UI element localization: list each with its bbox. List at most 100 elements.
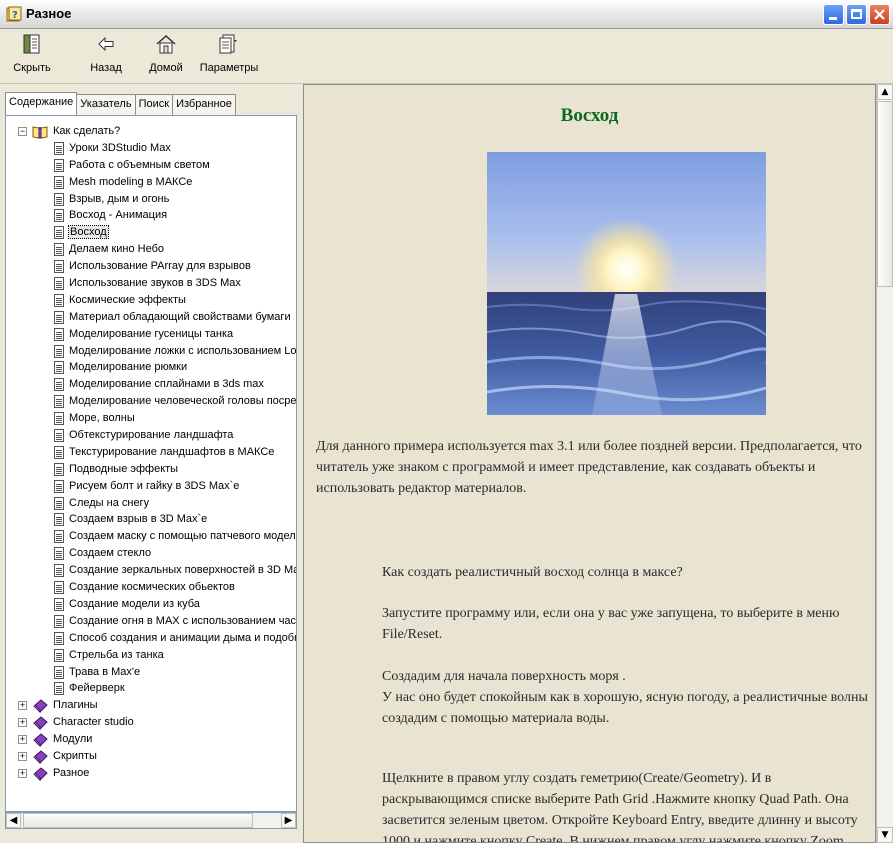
tree-item[interactable]: Создаем стекло (6, 546, 296, 563)
tree-item-label: Моделирование ложки с использованием Lof… (69, 344, 297, 357)
page-icon (54, 513, 64, 527)
tab-index[interactable]: Указатель (76, 94, 136, 115)
page-icon (54, 327, 64, 341)
tree-item[interactable]: Стрельба из танка (6, 648, 296, 665)
tree-item[interactable]: Трава в Max'e (6, 665, 296, 682)
expand-icon[interactable]: + (18, 735, 27, 745)
tree-item[interactable]: Использование звуков в 3DS Max (6, 276, 296, 293)
svg-text:?: ? (12, 10, 18, 21)
tree-folder-closed[interactable]: + Модули (6, 732, 296, 749)
tree-item[interactable]: Создаем маску с помощью патчевого модели… (6, 529, 296, 546)
close-button[interactable] (869, 4, 890, 25)
vertical-scrollbar[interactable]: ▲ ▼ (876, 84, 893, 843)
tree-item-label: Море, волны (69, 412, 135, 425)
expand-icon[interactable]: + (18, 701, 27, 711)
page-icon (54, 141, 64, 155)
expand-icon[interactable]: + (18, 768, 27, 778)
tree-item[interactable]: Моделирование сплайнами в 3ds max (6, 377, 296, 394)
tab-favorites[interactable]: Избранное (172, 94, 236, 115)
scroll-left-button[interactable]: ◀ (6, 813, 21, 828)
tree-item-label: Материал обладающий свойствами бумаги (69, 310, 291, 323)
home-button[interactable]: Домой (143, 31, 189, 81)
tree-folder-closed[interactable]: + Плагины (6, 698, 296, 715)
page-icon (54, 378, 64, 392)
title-bar[interactable]: ? Разное (0, 0, 893, 29)
tree-item[interactable]: Море, волны (6, 411, 296, 428)
expand-icon[interactable]: + (18, 751, 27, 761)
tree-item[interactable]: Моделирование ложки с использованием Lof… (6, 344, 296, 361)
navigation-pane: Содержание Указатель Поиск Избранное − К… (0, 84, 300, 843)
tree-item[interactable]: Материал обладающий свойствами бумаги (6, 310, 296, 327)
tree-item[interactable]: Использование PArray для взрывов (6, 259, 296, 276)
page-icon (54, 581, 64, 595)
tree-item[interactable]: Уроки 3DStudio Max (6, 141, 296, 158)
page-icon (54, 479, 64, 493)
tree-item[interactable]: Создание модели из куба (6, 597, 296, 614)
tree-item-label: Подводные эффекты (69, 462, 179, 475)
tree-item[interactable]: Подводные эффекты (6, 462, 296, 479)
horizontal-scroll-thumb[interactable] (23, 813, 253, 828)
folder-label: Модули (53, 733, 93, 746)
page-icon (54, 175, 64, 189)
expand-icon[interactable]: + (18, 718, 27, 728)
page-icon (54, 462, 64, 476)
tree-folder-closed[interactable]: + Разное (6, 766, 296, 783)
sea-surface-paragraph: У нас оно будет спокойным как в хорошую,… (382, 690, 868, 726)
tree-item[interactable]: Моделирование человеческой головы посред… (6, 394, 296, 411)
tree-item[interactable]: Рисуем болт и гайку в 3DS Max`e (6, 479, 296, 496)
nav-tabs: Содержание Указатель Поиск Избранное (5, 92, 236, 115)
collapse-icon[interactable]: − (18, 127, 27, 136)
scroll-right-button[interactable]: ▶ (281, 813, 296, 828)
tree-item[interactable]: Обтекстурирование ландшафта (6, 428, 296, 445)
maximize-button[interactable] (846, 4, 867, 25)
page-icon (54, 412, 64, 426)
horizontal-scrollbar[interactable]: ◀ ▶ (5, 812, 297, 829)
contents-tree[interactable]: − Как сделать? Уроки 3DStudio Max Работа … (5, 115, 297, 812)
tree-item[interactable]: Фейерверк (6, 681, 296, 698)
tree-item[interactable]: Моделирование гусеницы танка (6, 327, 296, 344)
tree-item-label: Работа с объемным светом (69, 158, 210, 171)
tree-item[interactable]: Моделирование рюмки (6, 360, 296, 377)
sea-surface-line: Создадим для начала поверхность моря . (382, 669, 626, 684)
tree-item[interactable]: Создание зеркальных поверхностей в 3D Ma… (6, 563, 296, 580)
options-button[interactable]: Параметры (200, 31, 258, 81)
tree-item[interactable]: Восход - Анимация (6, 208, 296, 225)
closed-book-icon (33, 699, 48, 714)
tree-folder-open[interactable]: − Как сделать? (6, 124, 296, 141)
tab-contents[interactable]: Содержание (5, 92, 78, 115)
tree-folder-closed[interactable]: + Скрипты (6, 749, 296, 766)
tree-item[interactable]: Взрыв, дым и огонь (6, 192, 296, 209)
tree-item[interactable]: Mesh modeling в МАКСе (6, 175, 296, 192)
tree-item[interactable]: Делаем кино Небо (6, 242, 296, 259)
tree-item-label: Трава в Max'e (69, 665, 141, 678)
folder-label: Разное (53, 766, 90, 779)
page-title: Восход (560, 105, 619, 126)
tree-item[interactable]: Восход (6, 225, 296, 242)
minimize-button[interactable] (823, 4, 844, 25)
tree-item[interactable]: Космические эффекты (6, 293, 296, 310)
page-icon (54, 682, 64, 696)
scroll-up-button[interactable]: ▲ (877, 84, 893, 100)
tree-item[interactable]: Текстурирование ландшафтов в МАКСе (6, 445, 296, 462)
folder-label: Character studio (53, 716, 134, 729)
tree-item[interactable]: Способ создания и анимации дыма и подобн… (6, 631, 296, 648)
step-reset-paragraph: Запустите программу или, если она у вас … (382, 606, 840, 642)
hide-button[interactable]: Скрыть (8, 31, 56, 81)
tree-item-label: Создание космических обьектов (69, 581, 235, 594)
tree-item[interactable]: Создание космических обьектов (6, 580, 296, 597)
tree-item[interactable]: Следы на снегу (6, 496, 296, 513)
page-icon (54, 445, 64, 459)
page-icon (54, 597, 64, 611)
tree-item[interactable]: Работа с объемным светом (6, 158, 296, 175)
tab-search[interactable]: Поиск (134, 94, 174, 115)
tree-item-label: Космические эффекты (69, 293, 186, 306)
tree-folder-closed[interactable]: + Character studio (6, 715, 296, 732)
tree-item[interactable]: Создание огня в MAX с использованием час… (6, 614, 296, 631)
tree-item[interactable]: Создаем взрыв в 3D Max`e (6, 512, 296, 529)
page-icon (54, 496, 64, 510)
back-button[interactable]: Назад (83, 31, 129, 81)
scroll-down-button[interactable]: ▼ (877, 827, 893, 843)
content-pane: Восход Для данного примера используется … (303, 84, 876, 843)
page-icon (54, 260, 64, 274)
vertical-scroll-thumb[interactable] (877, 101, 893, 287)
